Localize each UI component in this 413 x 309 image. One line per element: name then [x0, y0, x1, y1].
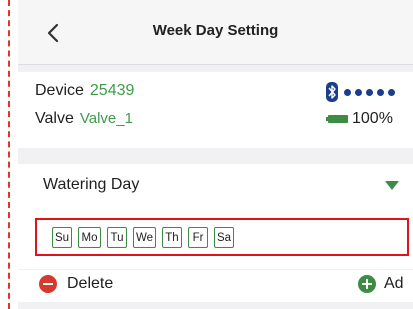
minus-circle-icon [39, 275, 57, 293]
add-label: Ad [384, 275, 404, 292]
page-title: Week Day Setting [152, 22, 279, 39]
day-button-tuesday[interactable]: Tu [107, 227, 127, 248]
nav-header: Week Day Setting [18, 0, 413, 65]
day-selector: Su Mo Tu We Th Fr Sa [52, 227, 234, 248]
watering-day-label: Watering Day [43, 176, 140, 193]
device-id: 25439 [89, 82, 135, 99]
plus-circle-icon [358, 275, 376, 293]
battery-percent: 100% [352, 110, 393, 127]
battery-status: 100% [326, 110, 393, 128]
battery-icon [326, 115, 348, 123]
delete-label: Delete [67, 275, 114, 292]
bluetooth-icon [326, 82, 338, 102]
triangle-down-icon[interactable] [385, 181, 399, 190]
day-button-monday[interactable]: Mo [78, 227, 101, 248]
bluetooth-status [326, 82, 395, 102]
valve-row: Valve Valve_1 [35, 110, 133, 128]
day-button-wednesday[interactable]: We [133, 227, 156, 248]
device-row: Device 25439 [35, 82, 134, 100]
watering-day-card: Watering Day Su Mo Tu We Th Fr Sa [18, 164, 413, 269]
phone-screen: Week Day Setting Device 25439 Valve Valve_… [18, 0, 413, 309]
device-label: Device [35, 82, 84, 99]
signal-dot [366, 88, 373, 96]
signal-dot [377, 88, 384, 96]
signal-dot [344, 88, 351, 96]
signal-strength-dots [344, 88, 395, 96]
signal-dot [388, 88, 395, 96]
dashed-guide-line [8, 0, 10, 309]
add-button[interactable]: Ad [358, 275, 404, 293]
signal-dot [355, 88, 362, 96]
action-bar: Delete Ad [18, 270, 413, 302]
device-info-card: Device 25439 Valve Valve_1 100% [18, 72, 413, 148]
valve-label: Valve [35, 110, 74, 127]
day-button-saturday[interactable]: Sa [214, 227, 234, 248]
day-button-friday[interactable]: Fr [188, 227, 208, 248]
delete-button[interactable]: Delete [39, 275, 113, 293]
valve-name: Valve_1 [79, 110, 133, 127]
day-button-thursday[interactable]: Th [162, 227, 182, 248]
day-button-sunday[interactable]: Su [52, 227, 72, 248]
